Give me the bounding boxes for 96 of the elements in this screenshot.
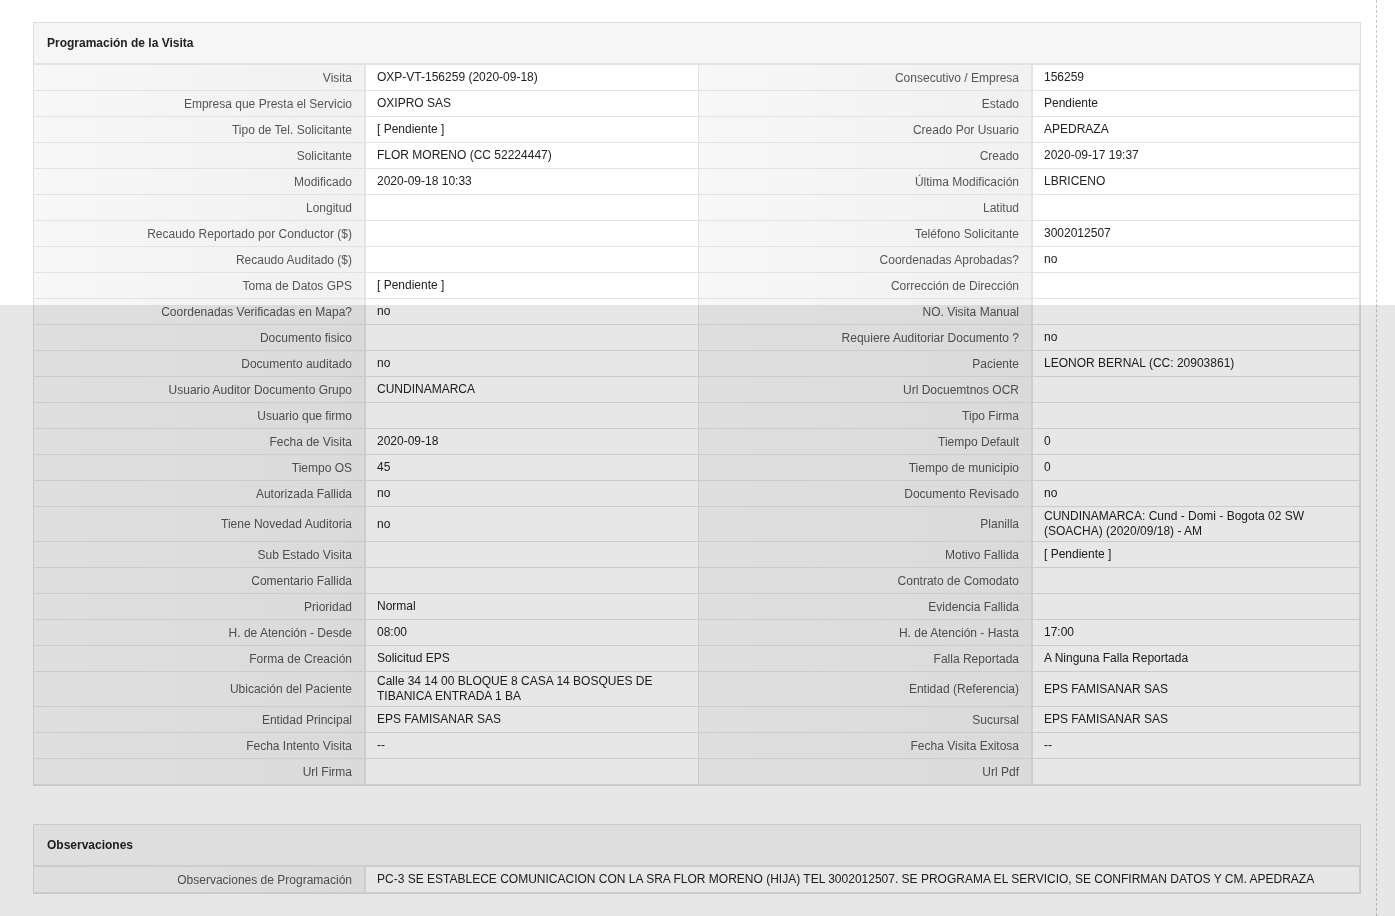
field-label: Url Docuemtnos OCR [699, 377, 1033, 403]
field-value: 2020-09-17 19:37 [1033, 143, 1360, 169]
field-label: Autorizada Fallida [34, 481, 366, 507]
field-value: 0 [1033, 455, 1360, 481]
field-value: 0 [1033, 429, 1360, 455]
field-label: Última Modificación [699, 169, 1033, 195]
field-label: H. de Atención - Hasta [699, 620, 1033, 646]
field-value: Pendiente [1033, 91, 1360, 117]
field-value: -- [366, 733, 699, 759]
field-value: no [366, 351, 699, 377]
field-value: 2020-09-18 [366, 429, 699, 455]
field-label: Entidad Principal [34, 707, 366, 733]
field-label: NO. Visita Manual [699, 299, 1033, 325]
field-label: Observaciones de Programación [34, 867, 366, 893]
field-value: 45 [366, 455, 699, 481]
field-label: Longitud [34, 195, 366, 221]
field-label: Solicitante [34, 143, 366, 169]
field-value: [ Pendiente ] [366, 117, 699, 143]
field-label: Fecha Intento Visita [34, 733, 366, 759]
field-value: EPS FAMISANAR SAS [1033, 707, 1360, 733]
field-value: OXP-VT-156259 (2020-09-18) [366, 65, 699, 91]
field-label: Contrato de Comodato [699, 568, 1033, 594]
field-value: [ Pendiente ] [366, 273, 699, 299]
field-label: Prioridad [34, 594, 366, 620]
field-value: APEDRAZA [1033, 117, 1360, 143]
field-value: 17:00 [1033, 620, 1360, 646]
field-label: Teléfono Solicitante [699, 221, 1033, 247]
field-label: Forma de Creación [34, 646, 366, 672]
field-value: no [366, 481, 699, 507]
field-label: Url Firma [34, 759, 366, 785]
field-label: Planilla [699, 507, 1033, 542]
field-value: A Ninguna Falla Reportada [1033, 646, 1360, 672]
field-value: Solicitud EPS [366, 646, 699, 672]
field-value: Normal [366, 594, 699, 620]
field-label: Tiempo Default [699, 429, 1033, 455]
field-label: Url Pdf [699, 759, 1033, 785]
field-label: Coordenadas Verificadas en Mapa? [34, 299, 366, 325]
field-label: Ubicación del Paciente [34, 672, 366, 707]
panel-title: Programación de la Visita [34, 23, 1360, 65]
field-label: Usuario Auditor Documento Grupo [34, 377, 366, 403]
field-value: Calle 34 14 00 BLOQUE 8 CASA 14 BOSQUES DE TIBANICA ENTRADA 1 BA [366, 672, 699, 707]
field-value: PC-3 SE ESTABLECE COMUNICACION CON LA SRA FLOR MORENO (HIJA) TEL 3002012507. SE PROGRAMA EL SERVICIO, SE CONFIRMAN DATOS Y CM. APEDRAZA [366, 867, 1360, 893]
field-value: OXIPRO SAS [366, 91, 699, 117]
field-value: EPS FAMISANAR SAS [1033, 672, 1360, 707]
field-label: Latitud [699, 195, 1033, 221]
field-label: Tiempo OS [34, 455, 366, 481]
field-value: no [1033, 325, 1360, 351]
field-value: no [366, 299, 699, 325]
field-label: Documento auditado [34, 351, 366, 377]
panel-title: Observaciones [34, 825, 1360, 867]
field-value: 2020-09-18 10:33 [366, 169, 699, 195]
field-label: Fecha Visita Exitosa [699, 733, 1033, 759]
field-label: Recaudo Auditado ($) [34, 247, 366, 273]
field-label: Visita [34, 65, 366, 91]
field-label: Usuario que firmo [34, 403, 366, 429]
field-label: Entidad (Referencia) [699, 672, 1033, 707]
field-label: Creado [699, 143, 1033, 169]
field-value: LBRICENO [1033, 169, 1360, 195]
field-label: Falla Reportada [699, 646, 1033, 672]
field-label: Sucursal [699, 707, 1033, 733]
field-label: Tiempo de municipio [699, 455, 1033, 481]
field-label: H. de Atención - Desde [34, 620, 366, 646]
field-label: Documento fisico [34, 325, 366, 351]
field-label: Consecutivo / Empresa [699, 65, 1033, 91]
field-label: Documento Revisado [699, 481, 1033, 507]
field-label: Modificado [34, 169, 366, 195]
field-label: Coordenadas Aprobadas? [699, 247, 1033, 273]
field-label: Comentario Fallida [34, 568, 366, 594]
field-label: Creado Por Usuario [699, 117, 1033, 143]
field-value: no [1033, 481, 1360, 507]
field-label: Tipo de Tel. Solicitante [34, 117, 366, 143]
field-value: 3002012507 [1033, 221, 1360, 247]
field-value: CUNDINAMARCA: Cund - Domi - Bogota 02 SW (SOACHA) (2020/09/18) - AM [1033, 507, 1360, 542]
field-label: Fecha de Visita [34, 429, 366, 455]
field-value: -- [1033, 733, 1360, 759]
field-label: Evidencia Fallida [699, 594, 1033, 620]
field-label: Tipo Firma [699, 403, 1033, 429]
field-label: Tiene Novedad Auditoria [34, 507, 366, 542]
field-label: Sub Estado Visita [34, 542, 366, 568]
field-label: Paciente [699, 351, 1033, 377]
field-label: Empresa que Presta el Servicio [34, 91, 366, 117]
field-value: 156259 [1033, 65, 1360, 91]
field-value: no [1033, 247, 1360, 273]
field-value: CUNDINAMARCA [366, 377, 699, 403]
field-value: LEONOR BERNAL (CC: 20903861) [1033, 351, 1360, 377]
field-value: no [366, 507, 699, 542]
field-label: Motivo Fallida [699, 542, 1033, 568]
field-label: Recaudo Reportado por Conductor ($) [34, 221, 366, 247]
field-value: EPS FAMISANAR SAS [366, 707, 699, 733]
field-label: Toma de Datos GPS [34, 273, 366, 299]
field-label: Requiere Auditoriar Documento ? [699, 325, 1033, 351]
field-value: FLOR MORENO (CC 52224447) [366, 143, 699, 169]
field-value: [ Pendiente ] [1033, 542, 1360, 568]
field-label: Estado [699, 91, 1033, 117]
field-value: 08:00 [366, 620, 699, 646]
field-label: Corrección de Dirección [699, 273, 1033, 299]
